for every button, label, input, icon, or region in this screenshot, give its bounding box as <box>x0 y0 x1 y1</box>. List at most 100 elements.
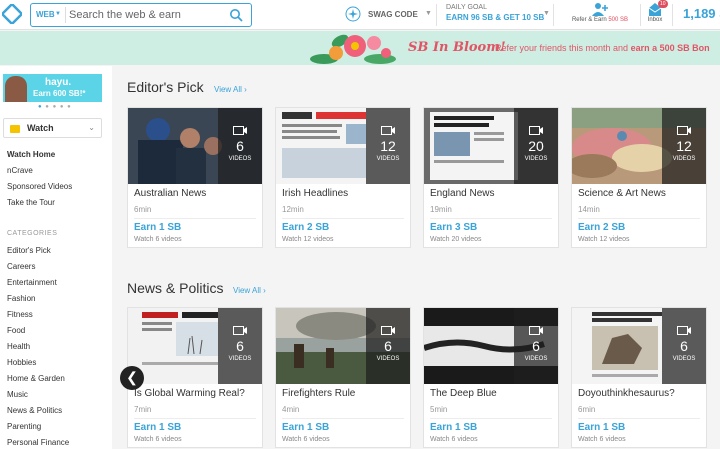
sb-balance[interactable]: 1,189 S <box>683 6 720 21</box>
card-title: Science & Art News <box>578 188 666 199</box>
divider <box>282 218 404 219</box>
section-title-news-politics: News & Politics <box>127 280 224 296</box>
videos-label: VIDEOS <box>376 156 400 162</box>
video-icon <box>381 326 395 335</box>
nav-take-the-tour[interactable]: Take the Tour <box>7 198 55 207</box>
video-card[interactable]: 12 VIDEOS Irish Headlines 12min Earn 2 S… <box>275 107 411 248</box>
card-duration: 6min <box>578 405 596 414</box>
card-earn: Earn 1 SB <box>578 422 626 433</box>
promo-banner[interactable]: SB In Bloom! Refer your friends this mon… <box>0 31 720 65</box>
refer-amount: 500 SB <box>608 17 629 23</box>
card-watch-count: Watch 6 videos <box>134 436 182 443</box>
card-duration: 12min <box>282 205 304 214</box>
banner-text-plain: Refer your friends this month and <box>495 43 631 53</box>
video-card[interactable]: 6 VIDEOS Australian News 6min Earn 1 SB … <box>127 107 263 248</box>
category-item[interactable]: Editor's Pick <box>7 246 51 255</box>
video-card[interactable]: 6 VIDEOS Is Global Warming Real? 7min Ea… <box>127 307 263 448</box>
category-item[interactable]: Fitness <box>7 310 33 319</box>
divider <box>578 418 700 419</box>
video-card[interactable]: 6 VIDEOS The Deep Blue 5min Earn 1 SB Wa… <box>423 307 559 448</box>
category-item[interactable]: Personal Finance <box>7 438 69 447</box>
video-card[interactable]: 12 VIDEOS Science & Art News 14min Earn … <box>571 107 707 248</box>
card-watch-count: Watch 12 videos <box>282 236 334 243</box>
category-item[interactable]: Fashion <box>7 294 35 303</box>
category-item[interactable]: Home & Garden <box>7 374 65 383</box>
chevron-left-icon[interactable]: ❮ <box>120 366 144 390</box>
divider <box>553 4 554 26</box>
video-card[interactable]: 6 VIDEOS Firefighters Rule 4min Earn 1 S… <box>275 307 411 448</box>
video-count-overlay: 12 VIDEOS <box>366 108 410 184</box>
divider <box>640 4 641 26</box>
daily-goal[interactable]: DAILY GOAL EARN 96 SB & GET 10 SB <box>446 4 544 22</box>
sidebar: hayu. Earn 600 SB!* ● ● ● ● ● Watch ⌄ Wa… <box>0 66 112 449</box>
video-icon <box>233 126 247 135</box>
video-card[interactable]: 20 VIDEOS England News 19min Earn 3 SB W… <box>423 107 559 248</box>
swag-code-icon <box>345 6 361 22</box>
daily-goal-label: DAILY GOAL <box>446 4 487 11</box>
top-header: WEB ▼ SWAG CODE ▼ DAILY GOAL EARN 96 SB … <box>0 0 720 30</box>
video-count: 12 <box>676 138 692 154</box>
view-all-link[interactable]: View All › <box>214 85 247 94</box>
category-item[interactable]: Music <box>7 390 28 399</box>
videos-label: VIDEOS <box>672 156 696 162</box>
daily-goal-value: EARN 96 SB & GET 10 SB <box>446 13 545 22</box>
view-all-label: View All <box>233 286 261 295</box>
refer-earn-button[interactable]: Refer & Earn 500 SB <box>560 2 640 23</box>
category-item[interactable]: Entertainment <box>7 278 57 287</box>
category-item[interactable]: Health <box>7 342 30 351</box>
refer-text: Refer & Earn <box>571 17 607 23</box>
nav-ncrave[interactable]: nCrave <box>7 166 33 175</box>
video-icon <box>529 326 543 335</box>
ad-brand: hayu. <box>45 77 72 88</box>
card-duration: 6min <box>134 205 152 214</box>
category-item[interactable]: News & Politics <box>7 406 62 415</box>
chevron-down-icon[interactable]: ▼ <box>425 10 432 17</box>
search-icon[interactable] <box>229 8 243 22</box>
category-item[interactable]: Hobbies <box>7 358 36 367</box>
video-count-overlay: 6 VIDEOS <box>662 308 706 384</box>
video-count: 6 <box>384 338 392 354</box>
video-count: 6 <box>236 138 244 154</box>
chevron-down-icon[interactable]: ▼ <box>543 10 550 17</box>
video-count-overlay: 6 VIDEOS <box>366 308 410 384</box>
card-earn: Earn 1 SB <box>430 422 478 433</box>
card-watch-count: Watch 20 videos <box>430 236 482 243</box>
inbox-button[interactable]: 10 Inbox <box>645 0 668 23</box>
nav-watch-home[interactable]: Watch Home <box>7 150 55 159</box>
logo-icon[interactable] <box>2 4 22 24</box>
videos-label: VIDEOS <box>524 156 548 162</box>
category-item[interactable]: Food <box>7 326 25 335</box>
nav-sponsored-videos[interactable]: Sponsored Videos <box>7 182 72 191</box>
flowers-icon <box>310 34 396 64</box>
hayu-ad[interactable]: hayu. Earn 600 SB!* <box>3 74 102 102</box>
video-icon <box>529 126 543 135</box>
videos-label: VIDEOS <box>228 156 252 162</box>
category-item[interactable]: Careers <box>7 262 35 271</box>
category-item[interactable]: Parenting <box>7 422 41 431</box>
card-earn: Earn 2 SB <box>282 222 330 233</box>
card-duration: 7min <box>134 405 152 414</box>
view-all-link[interactable]: View All › <box>233 286 266 295</box>
view-all-label: View All <box>214 85 242 94</box>
section-title-editors-pick: Editor's Pick <box>127 79 204 95</box>
video-count-overlay: 12 VIDEOS <box>662 108 706 184</box>
swag-code-label: SWAG CODE <box>368 10 418 19</box>
ad-text: Earn 600 SB!* <box>33 89 86 98</box>
video-count: 6 <box>236 338 244 354</box>
videos-label: VIDEOS <box>524 356 548 362</box>
video-count: 6 <box>680 338 688 354</box>
card-duration: 14min <box>578 205 600 214</box>
video-count: 20 <box>528 138 544 154</box>
video-card[interactable]: 6 VIDEOS Doyouthinkhesaurus? 6min Earn 1… <box>571 307 707 448</box>
card-title: England News <box>430 188 495 199</box>
video-count-overlay: 20 VIDEOS <box>514 108 558 184</box>
product-select[interactable]: Watch ⌄ <box>3 118 102 138</box>
search-input[interactable] <box>69 6 219 24</box>
videos-label: VIDEOS <box>228 356 252 362</box>
ad-carousel-dots[interactable]: ● ● ● ● ● <box>38 104 72 110</box>
video-icon <box>677 326 691 335</box>
card-watch-count: Watch 6 videos <box>134 236 182 243</box>
video-count: 6 <box>532 338 540 354</box>
video-icon <box>381 126 395 135</box>
card-duration: 4min <box>282 405 300 414</box>
